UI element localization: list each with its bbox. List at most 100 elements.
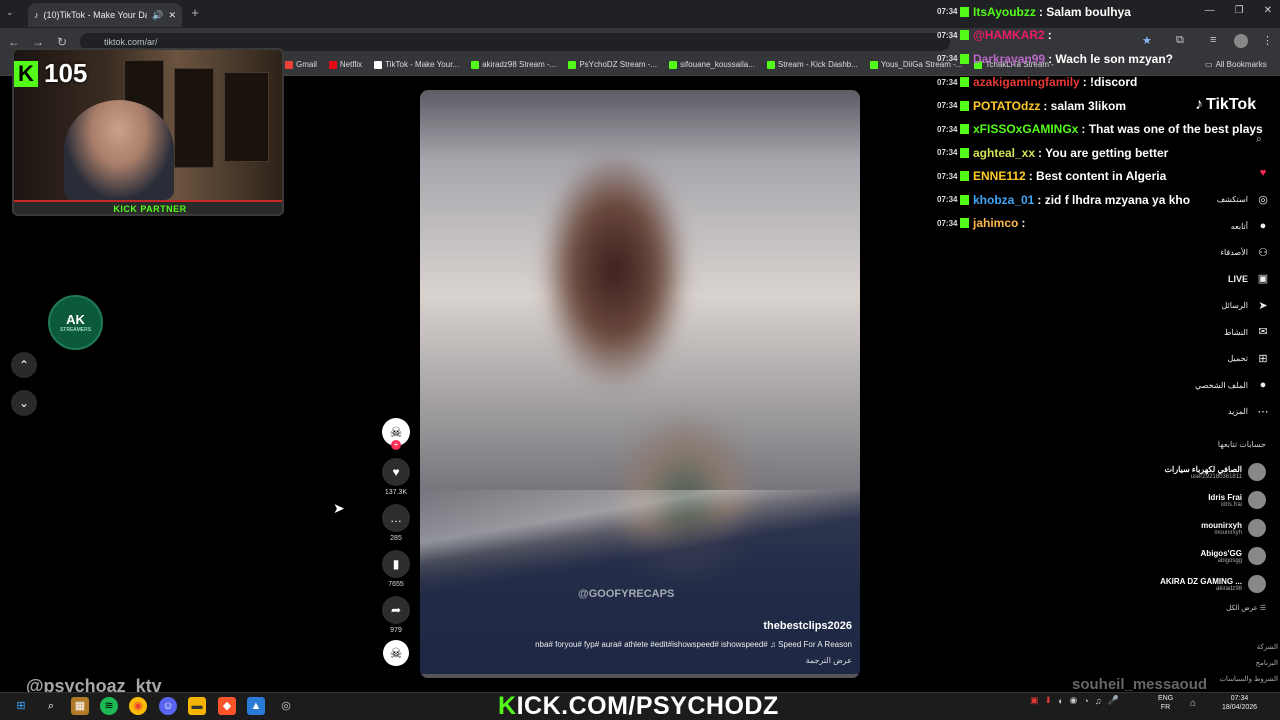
video-watermark: @GOOFYRECAPS bbox=[578, 588, 675, 600]
bookmark-item[interactable]: Gmail bbox=[285, 60, 317, 69]
tab-audio-icon[interactable]: 🔊 bbox=[152, 10, 163, 21]
account-avatar bbox=[1248, 519, 1266, 537]
nav-item[interactable]: LIVE ▣ bbox=[1160, 266, 1270, 293]
viewer-count: 105 bbox=[44, 58, 88, 88]
nav-icon: ➤ bbox=[1258, 299, 1268, 312]
kick-partner-label: KICK PARTNER bbox=[113, 204, 187, 214]
nav-item[interactable]: الملف الشخصي ● bbox=[1160, 372, 1270, 399]
chat-text: : That was one of the best plays bbox=[1081, 122, 1263, 137]
nav-icon: ⚇ bbox=[1258, 246, 1268, 259]
nav-label: الملف الشخصي bbox=[1194, 380, 1248, 390]
video-progress-bar[interactable] bbox=[420, 674, 860, 678]
discord-icon[interactable]: ☺ bbox=[159, 697, 177, 715]
tiktok-nav: ♥ استكشف ◎ أتابعه ● الأصدقاء ⚇ LIVE ▣ الرسائل ➤ الن… bbox=[1160, 160, 1270, 425]
following-account[interactable]: Idris Frai idris.frai bbox=[1130, 486, 1266, 514]
video-figure bbox=[540, 150, 690, 390]
taskbar-clock[interactable]: 07:34 18/04/2026 bbox=[1222, 694, 1257, 712]
bookmark-item[interactable]: PsYchoDZ Stream -... bbox=[568, 60, 657, 69]
tray-app-icon[interactable]: ▣ bbox=[1030, 695, 1039, 706]
new-tab-icon[interactable]: + bbox=[188, 6, 202, 20]
search-icon[interactable]: ⌕ bbox=[1256, 134, 1262, 145]
chat-text: : salam 3likom bbox=[1043, 98, 1127, 113]
see-all-link[interactable]: عرض الكل ☰ bbox=[1160, 604, 1266, 612]
nav-icon: ♥ bbox=[1259, 167, 1267, 180]
tray-mic-icon[interactable]: 🎤 bbox=[1108, 695, 1119, 706]
footer-link[interactable]: الشروط والسياسات bbox=[1200, 672, 1278, 688]
share-icon[interactable]: ➦ bbox=[382, 596, 410, 624]
obs-icon[interactable]: ◎ bbox=[277, 697, 295, 715]
footer-link[interactable]: الشركة bbox=[1200, 640, 1278, 656]
bookmark-icon[interactable]: ▮ bbox=[382, 550, 410, 578]
nav-item[interactable]: استكشف ◎ bbox=[1160, 187, 1270, 214]
bookmark-item[interactable]: Stream - Kick Dashb... bbox=[766, 60, 858, 69]
tray-shield-icon[interactable]: ◐ bbox=[1058, 696, 1063, 706]
following-account[interactable]: Abigos'GG abigosgg bbox=[1130, 542, 1266, 570]
taskbar-app-icon[interactable]: ▦ bbox=[71, 697, 89, 715]
bookmark-item[interactable]: akiradz98 Stream -... bbox=[471, 60, 556, 69]
bookmark-label: Netflix bbox=[339, 60, 363, 69]
windows-start-icon[interactable]: ⊞ bbox=[12, 697, 30, 715]
chat-timestamp: 07:34 bbox=[937, 124, 958, 134]
tab-search-icon[interactable]: ⌄ bbox=[6, 7, 14, 18]
taskbar-search-icon[interactable]: ⌕ bbox=[42, 697, 60, 715]
account-name: AKIRA DZ GAMING ... bbox=[1160, 576, 1242, 586]
chat-username: ItsAyoubzz bbox=[973, 4, 1036, 19]
tray-download-icon[interactable]: ⬇ bbox=[1045, 695, 1053, 706]
bookmark-item[interactable]: Netflix bbox=[328, 60, 363, 69]
spotify-icon[interactable]: ≋ bbox=[100, 697, 118, 715]
chat-message: 07:34 xFISSOxGAMINGx: That was one of the… bbox=[937, 118, 1280, 142]
tab-title: (10)TikTok - Make Your Day bbox=[43, 10, 148, 20]
nav-item[interactable]: الرسائل ➤ bbox=[1160, 293, 1270, 320]
nav-label: أتابعه bbox=[1230, 221, 1248, 231]
follow-plus-icon[interactable]: + bbox=[391, 440, 401, 450]
file-explorer-icon[interactable]: ▬ bbox=[188, 697, 206, 715]
chat-text: : Wach le son mzyan? bbox=[1048, 51, 1173, 66]
tiktok-logo[interactable]: ♪ TikTok bbox=[1195, 96, 1256, 114]
tray-speaker-icon[interactable]: ♫ bbox=[1095, 696, 1102, 706]
nav-item[interactable]: النشاط ✉ bbox=[1160, 319, 1270, 346]
bookmark-item[interactable]: TikTok - Make Your... bbox=[374, 60, 459, 69]
sound-disc-icon[interactable]: ☠ bbox=[383, 640, 409, 666]
following-account[interactable]: AKIRA DZ GAMING ... akiradz98 bbox=[1130, 570, 1266, 598]
mouse-cursor-icon: ➤ bbox=[333, 500, 345, 516]
chat-text: : !discord bbox=[1082, 75, 1138, 90]
kick-badge-icon bbox=[960, 6, 969, 17]
browser-tab[interactable]: ♪ (10)TikTok - Make Your Day 🔊 ✕ bbox=[28, 3, 182, 27]
viewer-counter: K 105 bbox=[14, 58, 87, 89]
chat-text: : bbox=[1047, 28, 1052, 43]
following-account[interactable]: mounirxyh mounirxyh bbox=[1130, 514, 1266, 542]
language-indicator[interactable]: ENG FR bbox=[1158, 694, 1173, 712]
network-icon[interactable]: ⌂ bbox=[1190, 698, 1196, 709]
comment-icon[interactable]: … bbox=[382, 504, 410, 532]
nav-label: المزيد bbox=[1227, 407, 1248, 417]
nav-item[interactable]: ♥ bbox=[1160, 160, 1270, 187]
following-title: حسابات تتابعها bbox=[1217, 440, 1266, 449]
video-player[interactable]: @GOOFYRECAPS thebestclips2026 nba# foryo… bbox=[420, 90, 860, 678]
bookmark-item[interactable]: sifouane_koussaila... bbox=[669, 60, 755, 69]
nav-item[interactable]: المزيد ⋯ bbox=[1160, 399, 1270, 426]
following-account[interactable]: الصافي لكهرباء سيارات user292180361811 bbox=[1130, 458, 1266, 486]
nav-item[interactable]: الأصدقاء ⚇ bbox=[1160, 240, 1270, 267]
translate-link[interactable]: عرض الترجمة bbox=[806, 656, 852, 665]
chat-text: : bbox=[1021, 216, 1026, 231]
tab-close-icon[interactable]: ✕ bbox=[168, 10, 176, 21]
nav-item[interactable]: تحميل ⊞ bbox=[1160, 346, 1270, 373]
photos-icon[interactable]: ▲ bbox=[247, 697, 265, 715]
tray-wifi-icon[interactable]: ◔ bbox=[1083, 696, 1088, 706]
chat-text: : Salam boulhya bbox=[1038, 4, 1131, 19]
kick-url-banner: KICK.COM/PSYCHODZ bbox=[498, 692, 779, 720]
lang-secondary: FR bbox=[1160, 704, 1171, 711]
brave-icon[interactable]: ◆ bbox=[218, 697, 236, 715]
nav-item[interactable]: أتابعه ● bbox=[1160, 213, 1270, 240]
video-author[interactable]: thebestclips2026 bbox=[763, 620, 852, 632]
chrome-icon[interactable]: ◉ bbox=[129, 697, 147, 715]
like-icon[interactable]: ♥ bbox=[382, 458, 410, 486]
chat-text: : Best content in Algeria bbox=[1028, 169, 1167, 184]
previous-video-button[interactable]: ⌃ bbox=[11, 352, 37, 378]
tray-steam-icon[interactable]: ◉ bbox=[1070, 695, 1078, 706]
footer-link[interactable]: البرنامج bbox=[1200, 656, 1278, 672]
save-count: 7655 bbox=[388, 581, 404, 588]
like-count: 137.3K bbox=[384, 489, 408, 496]
next-video-button[interactable]: ⌄ bbox=[11, 390, 37, 416]
clock-date: 18/04/2026 bbox=[1222, 704, 1258, 711]
